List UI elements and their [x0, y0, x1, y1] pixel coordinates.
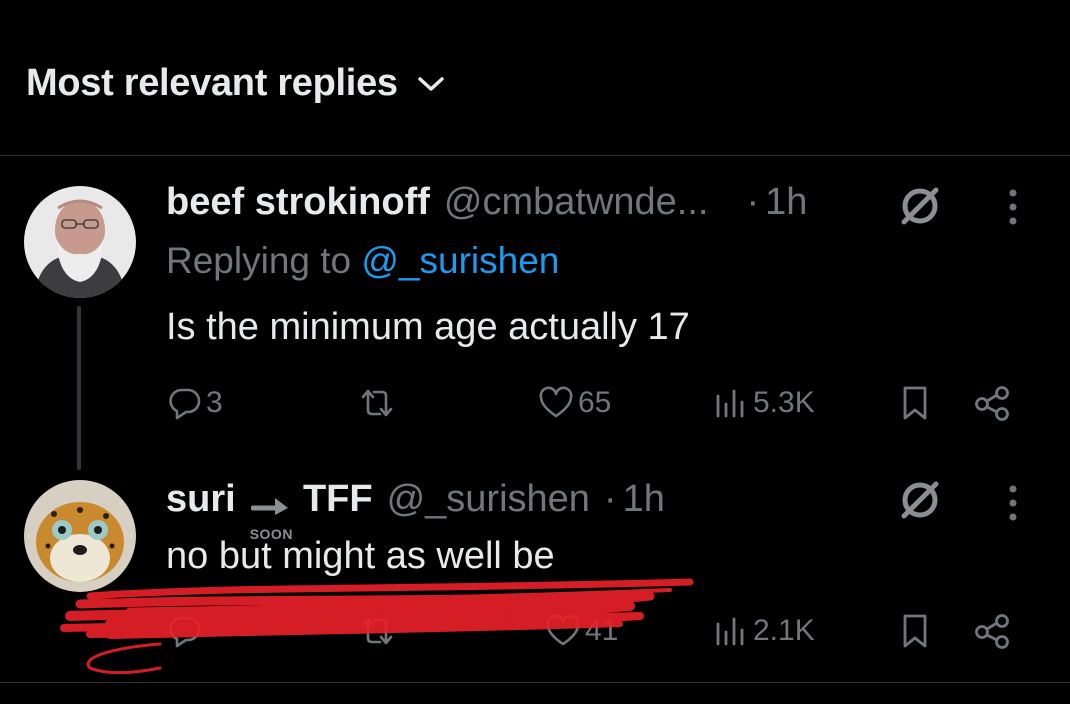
- views-count: 5.3K: [753, 386, 815, 419]
- repost-icon: [358, 614, 396, 648]
- views-icon: [713, 386, 749, 420]
- bookmark-button[interactable]: [898, 378, 932, 428]
- heart-icon: [538, 386, 574, 420]
- heart-icon: [545, 614, 581, 648]
- tweet-header: suri SOON TFF @_surishen · 1h: [166, 478, 665, 541]
- share-button[interactable]: [972, 606, 1014, 656]
- replying-to: Replying to @_surishen: [166, 240, 559, 282]
- author-name[interactable]: suri: [166, 478, 236, 521]
- bookmark-icon: [898, 612, 932, 650]
- reply-icon: [168, 614, 202, 648]
- like-count: 41: [585, 614, 619, 647]
- views-button[interactable]: 2.1K: [713, 606, 815, 656]
- author-handle[interactable]: @cmbatwnde...: [444, 181, 709, 224]
- repost-icon: [358, 386, 396, 420]
- views-icon: [713, 614, 749, 648]
- divider: [0, 155, 1070, 156]
- bookmark-icon: [898, 384, 932, 422]
- author-handle[interactable]: @_surishen: [387, 478, 590, 521]
- timestamp[interactable]: 1h: [623, 478, 665, 521]
- share-icon: [972, 612, 1014, 650]
- reply-button[interactable]: 3: [168, 378, 223, 428]
- avatar[interactable]: [24, 480, 136, 592]
- tweet-text: no but might as well be: [166, 535, 555, 577]
- author-name[interactable]: beef strokinoff: [166, 181, 430, 224]
- muted-icon: [898, 184, 942, 233]
- reply-count: 3: [206, 386, 223, 419]
- separator-dot: ·: [603, 478, 617, 520]
- mention-link[interactable]: @_surishen: [361, 240, 559, 281]
- muted-icon: [898, 478, 942, 527]
- tweet-actions: 3 65 5.3K: [0, 378, 1070, 428]
- views-count: 2.1K: [753, 614, 815, 647]
- reply-button[interactable]: [168, 606, 206, 656]
- tweet-text: Is the minimum age actually 17: [166, 306, 690, 348]
- chevron-down-icon: [417, 76, 444, 92]
- tweet-actions: 41 2.1K: [0, 606, 1070, 656]
- like-button[interactable]: 65: [538, 378, 611, 428]
- like-button[interactable]: 41: [545, 606, 618, 656]
- separator-dot: ·: [746, 181, 760, 223]
- share-icon: [972, 384, 1014, 422]
- replying-prefix: Replying to: [166, 240, 362, 281]
- bookmark-button[interactable]: [898, 606, 932, 656]
- repost-button[interactable]: [358, 378, 400, 428]
- soon-badge: SOON: [250, 484, 293, 541]
- more-options-icon[interactable]: [1004, 186, 1022, 233]
- share-button[interactable]: [972, 378, 1014, 428]
- avatar[interactable]: [24, 186, 136, 298]
- arrow-right-icon: [250, 484, 291, 527]
- timestamp[interactable]: 1h: [765, 181, 807, 224]
- reply-icon: [168, 386, 202, 420]
- more-options-icon[interactable]: [1004, 482, 1022, 529]
- like-count: 65: [578, 386, 612, 419]
- views-button[interactable]: 5.3K: [713, 378, 815, 428]
- repost-button[interactable]: [358, 606, 400, 656]
- author-name-suffix: TFF: [302, 478, 373, 520]
- tweet-header: beef strokinoff @cmbatwnde... · 1h: [166, 181, 807, 224]
- sort-label: Most relevant replies: [26, 62, 398, 104]
- divider: [0, 682, 1070, 683]
- sort-dropdown[interactable]: Most relevant replies: [26, 62, 444, 105]
